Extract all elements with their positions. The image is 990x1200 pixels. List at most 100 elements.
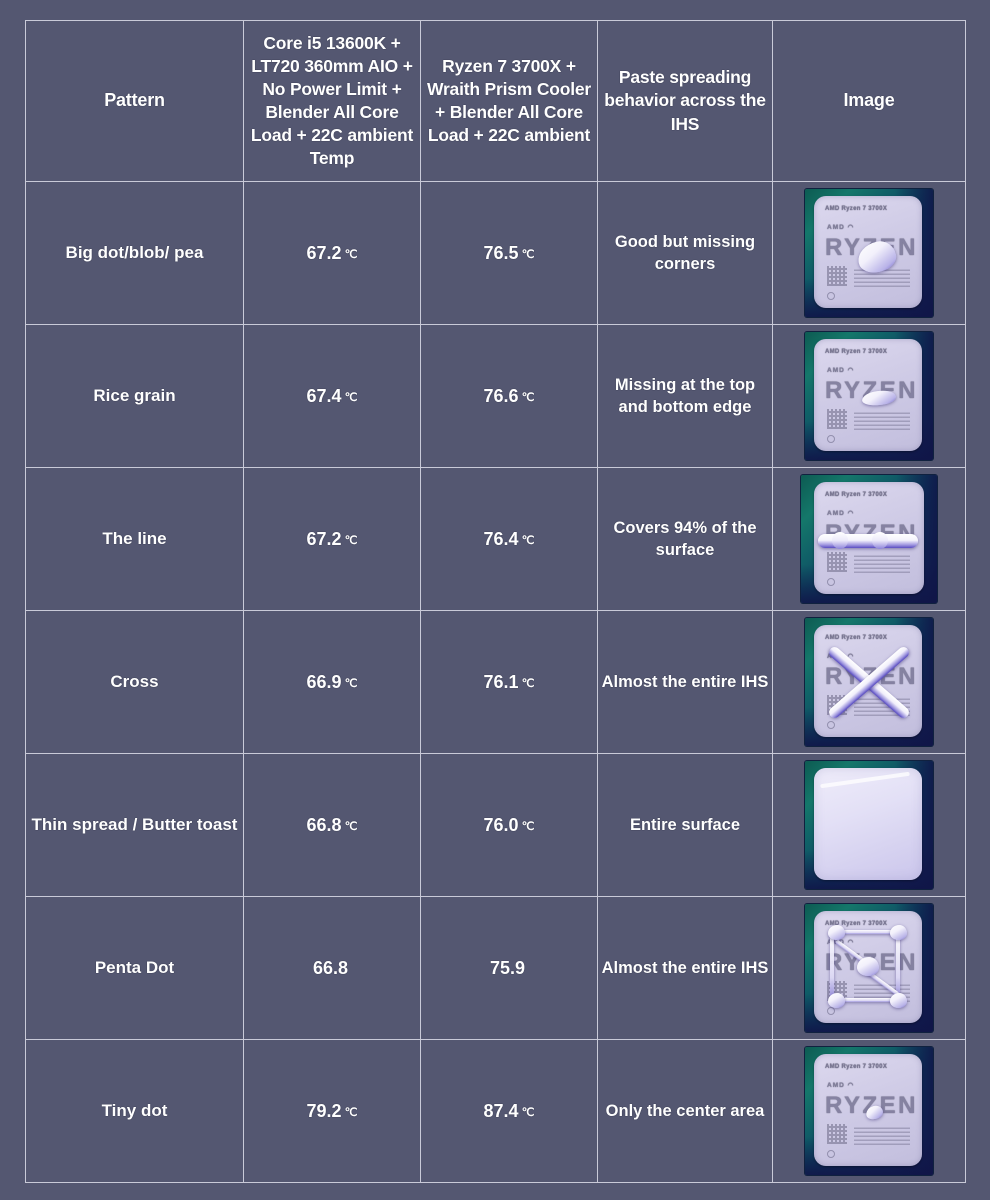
ihs-qr-code — [827, 1124, 847, 1144]
ihs-corner-mark — [827, 578, 835, 586]
cell-intel-temperature: 79.2 ℃ — [243, 1039, 421, 1183]
cell-pattern-name: Rice grain — [25, 324, 244, 468]
cell-cpu-image: AMD Ryzen 7 3700X AMD ◠ RYZEN — [772, 467, 966, 611]
cell-intel-temperature: 67.4 ℃ — [243, 324, 421, 468]
amd-temp-value: 76.5 — [483, 242, 519, 263]
amd-temp-value: 76.6 — [483, 385, 519, 406]
cpu-photo-tiny-dot: AMD Ryzen 7 3700X AMD ◠ RYZEN — [773, 1040, 965, 1182]
cpu-ihs: AMD Ryzen 7 3700X AMD ◠ RYZEN — [814, 196, 922, 308]
ihs-model-text: AMD Ryzen 7 3700X — [825, 492, 888, 498]
cell-intel-temperature: 66.9 ℃ — [243, 610, 421, 754]
table-row: Cross 66.9 ℃ 76.1 ℃ Almost the entire IHS … — [25, 610, 966, 754]
intel-temp-value: 66.8 — [306, 814, 342, 835]
table-row: Big dot/blob/ pea 67.2 ℃ 76.5 ℃ Good but m… — [25, 181, 966, 325]
cell-intel-temperature: 66.8 — [243, 896, 421, 1040]
cell-spreading-behavior: Almost the entire IHS — [597, 896, 773, 1040]
temp-unit-celsius: ℃ — [521, 1106, 535, 1119]
amd-temp-value: 76.4 — [483, 528, 519, 549]
ihs-model-text: AMD Ryzen 7 3700X — [825, 635, 888, 641]
ihs-qr-code — [827, 409, 847, 429]
table-row: Rice grain 67.4 ℃ 76.6 ℃ Missing at the to… — [25, 324, 966, 468]
cpu-photo-rice-grain: AMD Ryzen 7 3700X AMD ◠ RYZEN — [773, 325, 965, 467]
cpu-package — [805, 761, 933, 889]
cpu-package: AMD Ryzen 7 3700X AMD ◠ RYZEN — [805, 904, 933, 1032]
ihs-corner-mark — [827, 721, 835, 729]
paste-dot-bottom-left — [828, 993, 845, 1008]
table-body: Big dot/blob/ pea 67.2 ℃ 76.5 ℃ Good but m… — [25, 181, 966, 1183]
cell-amd-temperature: 76.0 ℃ — [420, 753, 598, 897]
column-header-image: Image — [772, 20, 966, 182]
column-header-pattern: Pattern — [25, 20, 244, 182]
paste-dot-center — [857, 957, 879, 976]
cell-intel-temperature: 66.8 ℃ — [243, 753, 421, 897]
temp-unit-celsius: ℃ — [344, 248, 358, 261]
paste-dot-top-right — [890, 925, 907, 940]
table-row: Penta Dot 66.8 75.9 Almost the entire IH… — [25, 896, 966, 1040]
cell-spreading-behavior: Good but missing corners — [597, 181, 773, 325]
cpu-ihs: AMD Ryzen 7 3700X AMD ◠ RYZEN — [814, 911, 922, 1023]
temp-unit-celsius: ℃ — [344, 677, 358, 690]
cpu-ihs: AMD Ryzen 7 3700X AMD ◠ RYZEN — [814, 625, 922, 737]
cpu-package: AMD Ryzen 7 3700X AMD ◠ RYZEN — [801, 475, 937, 603]
cell-pattern-name: Thin spread / Butter toast — [25, 753, 244, 897]
cell-spreading-behavior: Covers 94% of the surface — [597, 467, 773, 611]
cpu-ihs: AMD Ryzen 7 3700X AMD ◠ RYZEN — [814, 339, 922, 451]
cell-cpu-image: AMD Ryzen 7 3700X AMD ◠ RYZEN — [772, 181, 966, 325]
column-header-intel-config: Core i5 13600K + LT720 360mm AIO + No Po… — [243, 20, 421, 182]
ihs-model-text: AMD Ryzen 7 3700X — [825, 206, 888, 212]
cell-intel-temperature: 67.2 ℃ — [243, 181, 421, 325]
paste-dot-bottom-right — [890, 993, 907, 1008]
temp-unit-celsius: ℃ — [521, 534, 535, 547]
cell-cpu-image — [772, 753, 966, 897]
page-root: Pattern Core i5 13600K + LT720 360mm AIO… — [0, 0, 990, 1200]
ihs-qr-code — [827, 552, 847, 572]
temp-unit-celsius: ℃ — [521, 820, 535, 833]
ihs-corner-mark — [827, 1007, 835, 1015]
paste-full-spread — [814, 768, 922, 880]
header-row: Pattern Core i5 13600K + LT720 360mm AIO… — [25, 20, 966, 182]
cpu-photo-big-dot: AMD Ryzen 7 3700X AMD ◠ RYZEN — [773, 182, 965, 324]
cpu-package: AMD Ryzen 7 3700X AMD ◠ RYZEN — [805, 189, 933, 317]
cpu-ihs: AMD Ryzen 7 3700X AMD ◠ RYZEN — [814, 1054, 922, 1166]
ihs-fineprint — [854, 553, 910, 573]
temp-unit-celsius: ℃ — [521, 248, 535, 261]
cell-pattern-name: Cross — [25, 610, 244, 754]
paste-link-left — [830, 931, 834, 997]
temp-unit-celsius: ℃ — [344, 1106, 358, 1119]
ihs-fineprint — [854, 1125, 910, 1145]
cell-intel-temperature: 67.2 ℃ — [243, 467, 421, 611]
temp-unit-celsius: ℃ — [344, 534, 358, 547]
temp-unit-celsius: ℃ — [344, 820, 358, 833]
table-row: The line 67.2 ℃ 76.4 ℃ Covers 94% of the s… — [25, 467, 966, 611]
temp-unit-celsius: ℃ — [344, 391, 358, 404]
ihs-fineprint — [854, 410, 910, 430]
cell-amd-temperature: 76.4 ℃ — [420, 467, 598, 611]
cell-spreading-behavior: Missing at the top and bottom edge — [597, 324, 773, 468]
column-header-amd-config: Ryzen 7 3700X + Wraith Prism Cooler + Bl… — [420, 20, 598, 182]
intel-temp-value: 67.2 — [306, 528, 342, 549]
temp-unit-celsius: ℃ — [521, 391, 535, 404]
ihs-corner-mark — [827, 1150, 835, 1158]
ihs-model-text: AMD Ryzen 7 3700X — [825, 1064, 888, 1070]
column-header-spreading-behavior: Paste spreading behavior across the IHS — [597, 20, 773, 182]
cell-cpu-image: AMD Ryzen 7 3700X AMD ◠ RYZEN — [772, 1039, 966, 1183]
cpu-photo-thin-spread — [773, 754, 965, 896]
ihs-corner-mark — [827, 435, 835, 443]
cell-cpu-image: AMD Ryzen 7 3700X AMD ◠ RYZEN — [772, 896, 966, 1040]
temp-unit-celsius: ℃ — [521, 677, 535, 690]
paste-link-bottom — [836, 998, 898, 1002]
cell-pattern-name: Penta Dot — [25, 896, 244, 1040]
table-row: Tiny dot 79.2 ℃ 87.4 ℃ Only the center are… — [25, 1039, 966, 1183]
thermal-paste-comparison-table: Pattern Core i5 13600K + LT720 360mm AIO… — [25, 20, 966, 1183]
cpu-ihs: AMD Ryzen 7 3700X AMD ◠ RYZEN — [814, 482, 924, 594]
cpu-photo-cross: AMD Ryzen 7 3700X AMD ◠ RYZEN — [773, 611, 965, 753]
intel-temp-value: 66.8 — [312, 957, 349, 978]
cell-spreading-behavior: Entire surface — [597, 753, 773, 897]
cell-spreading-behavior: Only the center area — [597, 1039, 773, 1183]
paste-link-top — [836, 930, 898, 934]
cell-amd-temperature: 76.5 ℃ — [420, 181, 598, 325]
cell-pattern-name: The line — [25, 467, 244, 611]
paste-dot-top-left — [828, 925, 845, 940]
cpu-package: AMD Ryzen 7 3700X AMD ◠ RYZEN — [805, 618, 933, 746]
intel-temp-value: 67.2 — [306, 242, 342, 263]
